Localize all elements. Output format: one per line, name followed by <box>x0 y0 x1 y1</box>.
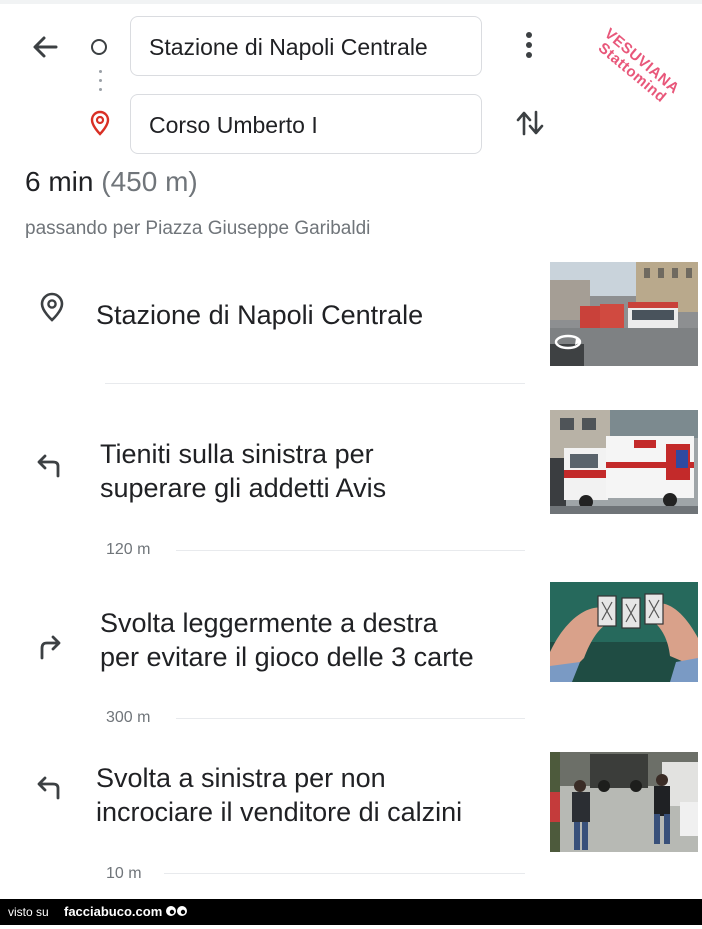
watermark-line2: Stattomind <box>594 39 670 107</box>
footer-site[interactable]: facciabuco.com <box>64 899 162 925</box>
step-2-text[interactable]: Tieniti sulla sinistra per superare gli … <box>100 437 386 505</box>
step-divider <box>176 550 525 551</box>
turn-slight-right-icon <box>34 631 66 663</box>
origin-input[interactable]: Stazione di Napoli Centrale <box>130 16 482 76</box>
watermark-line1: VESUVIANA <box>601 25 683 98</box>
step-4-line1: Svolta a sinistra per non <box>96 763 386 793</box>
step-4-line2: incrociare il venditore di calzini <box>96 797 463 827</box>
step-3-distance: 300 m <box>106 709 151 726</box>
trip-summary: 6 min (450 m) <box>25 166 198 198</box>
step-3-line2: per evitare il gioco delle 3 carte <box>100 642 474 672</box>
eyes-logo-icon <box>165 903 189 929</box>
step-1-line1: Stazione di Napoli Centrale <box>96 300 424 330</box>
step-2-line2: superare gli addetti Avis <box>100 473 387 503</box>
trip-duration: 6 min <box>25 166 94 197</box>
destination-pin-icon <box>89 110 111 136</box>
step-4-photo[interactable] <box>550 752 698 856</box>
step-3-line1: Svolta leggermente a destra <box>100 608 438 638</box>
step-divider <box>105 383 525 384</box>
step-4-text[interactable]: Svolta a sinistra per non incrociare il … <box>96 761 462 829</box>
turn-left-icon <box>32 772 64 804</box>
top-border <box>0 0 702 4</box>
step-2-photo[interactable] <box>550 410 698 514</box>
footer-bar: visto su facciabuco.com <box>0 899 702 925</box>
route-dots <box>99 70 102 100</box>
trip-via: passando per Piazza Giuseppe Garibaldi <box>25 218 371 239</box>
step-2-distance: 120 m <box>106 541 151 558</box>
step-3-text[interactable]: Svolta leggermente a destra per evitare … <box>100 606 474 674</box>
turn-left-icon <box>32 450 64 482</box>
step-1-text[interactable]: Stazione di Napoli Centrale <box>96 298 423 332</box>
footer-visto-su: visto su <box>8 905 49 919</box>
destination-input[interactable]: Corso Umberto I <box>130 94 482 154</box>
step-divider <box>176 718 525 719</box>
back-arrow-icon[interactable] <box>28 30 62 64</box>
origin-circle-icon <box>91 39 107 55</box>
trip-distance: (450 m) <box>101 166 198 197</box>
step-4-distance: 10 m <box>106 865 142 882</box>
step-1-photo[interactable] <box>550 262 698 366</box>
watermark-logo: VESUVIANA Stattomind <box>574 11 701 124</box>
place-pin-icon <box>36 291 68 323</box>
more-options-icon[interactable] <box>519 32 539 66</box>
step-2-line1: Tieniti sulla sinistra per <box>100 439 374 469</box>
step-3-photo[interactable] <box>550 582 698 686</box>
step-divider <box>164 873 525 874</box>
swap-direction-icon[interactable] <box>514 106 546 140</box>
